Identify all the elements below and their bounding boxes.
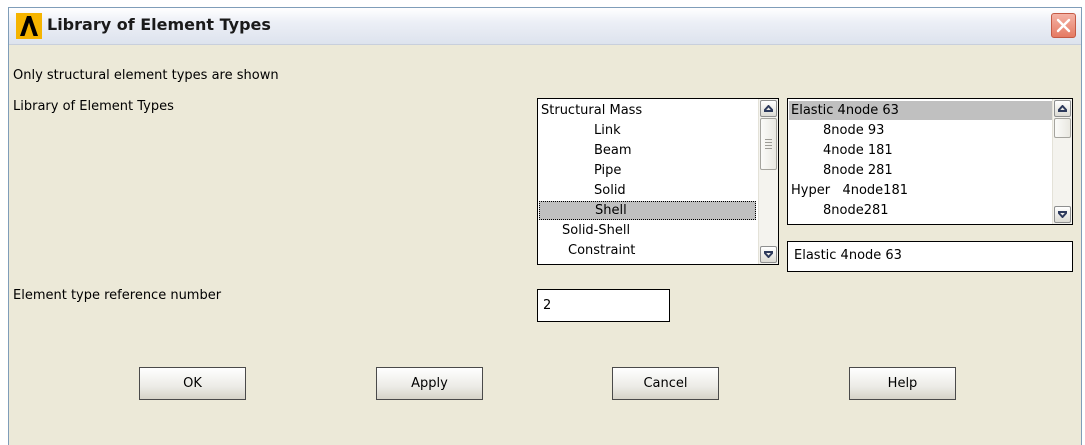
list-item-selected[interactable]: Elastic 4node 63	[789, 101, 1052, 120]
scroll-thumb[interactable]	[760, 118, 777, 170]
library-label: Library of Element Types	[13, 99, 174, 114]
element-scrollbar[interactable]	[1052, 99, 1072, 224]
list-item[interactable]: Constraint	[568, 241, 635, 260]
close-icon	[1056, 18, 1071, 33]
scroll-thumb[interactable]	[1054, 118, 1071, 138]
list-item[interactable]: 4node 181	[823, 141, 893, 160]
scroll-down-button[interactable]	[1054, 206, 1071, 223]
arrow-up-icon	[764, 105, 773, 112]
dialog-window: Library of Element Types Only structural…	[8, 7, 1082, 445]
notice-text: Only structural element types are shown	[13, 68, 279, 83]
cancel-button[interactable]: Cancel	[612, 367, 719, 400]
title-bar[interactable]: Library of Element Types	[9, 8, 1081, 45]
list-item[interactable]: Hyper 4node181	[791, 181, 908, 200]
list-item[interactable]: Solid	[594, 181, 626, 200]
list-item[interactable]: Solid-Shell	[562, 221, 630, 240]
scroll-up-button[interactable]	[1054, 100, 1071, 117]
ansys-logo-icon	[16, 13, 42, 39]
element-listbox[interactable]: Elastic 4node 63 8node 93 4node 181 8nod…	[787, 98, 1073, 225]
list-item-selected[interactable]: Shell	[539, 201, 756, 220]
help-button[interactable]: Help	[849, 367, 956, 400]
apply-button[interactable]: Apply	[376, 367, 483, 400]
ref-number-input[interactable]: 2	[537, 289, 670, 322]
ok-button[interactable]: OK	[139, 367, 246, 400]
list-item-label: Elastic 4node 63	[791, 103, 899, 118]
scroll-down-button[interactable]	[760, 246, 777, 263]
scroll-up-button[interactable]	[760, 100, 777, 117]
list-item[interactable]: Link	[594, 121, 621, 140]
list-item[interactable]: 8node 93	[823, 121, 884, 140]
list-item[interactable]: Structural Mass	[541, 101, 642, 120]
close-button[interactable]	[1051, 13, 1076, 38]
selected-element-field[interactable]: Elastic 4node 63	[787, 241, 1073, 272]
list-item[interactable]: 8node281	[823, 201, 889, 220]
arrow-down-icon	[764, 251, 773, 258]
list-item[interactable]: Beam	[594, 141, 632, 160]
list-item-label: Shell	[595, 203, 627, 218]
category-scrollbar[interactable]	[758, 99, 778, 264]
ref-number-label: Element type reference number	[13, 288, 222, 303]
list-item[interactable]: 8node 281	[823, 161, 893, 180]
window-title: Library of Element Types	[47, 15, 271, 34]
list-item[interactable]: Pipe	[594, 161, 621, 180]
arrow-down-icon	[1058, 211, 1067, 218]
category-listbox[interactable]: Structural Mass Link Beam Pipe Solid She…	[537, 98, 779, 265]
arrow-up-icon	[1058, 105, 1067, 112]
